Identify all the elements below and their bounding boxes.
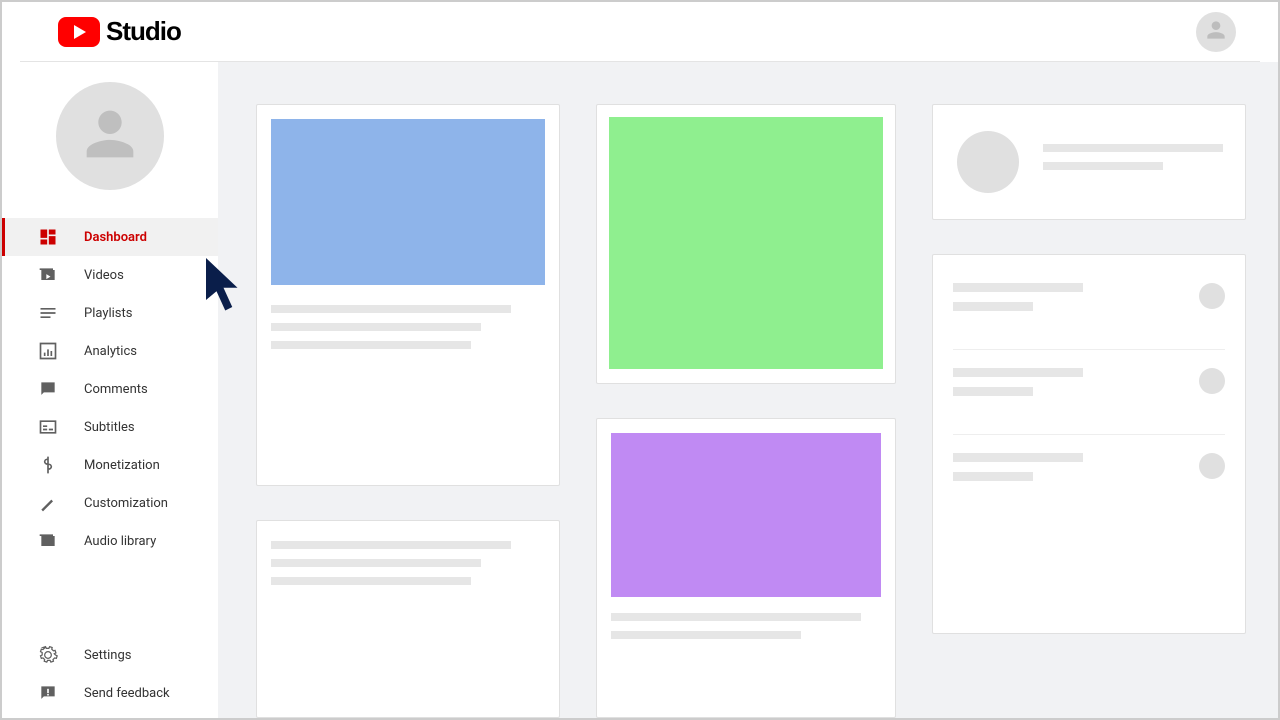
wand-icon bbox=[38, 493, 58, 513]
sidebar-item-label: Analytics bbox=[84, 344, 137, 359]
status-dot bbox=[1199, 453, 1225, 479]
list-item[interactable] bbox=[953, 350, 1225, 435]
sidebar-item-label: Dashboard bbox=[84, 230, 147, 245]
placeholder-text bbox=[953, 453, 1083, 491]
dashboard-card-analytics[interactable] bbox=[596, 104, 896, 384]
dashboard-card-list[interactable] bbox=[932, 254, 1246, 634]
analytics-icon bbox=[38, 341, 58, 361]
dashboard-card-news[interactable] bbox=[596, 418, 896, 718]
youtube-play-icon bbox=[58, 17, 100, 47]
sidebar-item-dashboard[interactable]: Dashboard bbox=[2, 218, 218, 256]
sidebar-item-monetization[interactable]: Monetization bbox=[2, 446, 218, 484]
sidebar-item-label: Audio library bbox=[84, 534, 156, 549]
dashboard-icon bbox=[38, 227, 58, 247]
playlists-icon bbox=[38, 303, 58, 323]
sidebar-item-label: Monetization bbox=[84, 458, 160, 473]
channel-avatar[interactable] bbox=[56, 82, 164, 190]
sidebar-item-videos[interactable]: Videos bbox=[2, 256, 218, 294]
sidebar-item-playlists[interactable]: Playlists bbox=[2, 294, 218, 332]
sidebar-item-label: Playlists bbox=[84, 306, 132, 321]
sidebar-item-label: Send feedback bbox=[84, 686, 170, 701]
placeholder-text bbox=[1043, 144, 1223, 180]
videos-icon bbox=[38, 265, 58, 285]
video-thumbnail-placeholder bbox=[271, 119, 545, 285]
person-icon bbox=[1203, 17, 1229, 47]
person-icon bbox=[75, 99, 145, 173]
dashboard-card-channel[interactable] bbox=[932, 104, 1246, 220]
sidebar-item-customization[interactable]: Customization bbox=[2, 484, 218, 522]
sidebar-item-label: Customization bbox=[84, 496, 168, 511]
sidebar-item-subtitles[interactable]: Subtitles bbox=[2, 408, 218, 446]
cursor-pointer-icon bbox=[206, 258, 248, 310]
status-dot bbox=[1199, 368, 1225, 394]
sidebar-nav: Dashboard Videos Playlists Analytics Com… bbox=[2, 218, 218, 636]
placeholder-text bbox=[271, 305, 545, 349]
dashboard-card-secondary[interactable] bbox=[256, 520, 560, 718]
dollar-icon bbox=[38, 455, 58, 475]
status-dot bbox=[1199, 283, 1225, 309]
channel-small-avatar bbox=[957, 131, 1019, 193]
card-image-placeholder bbox=[609, 117, 883, 369]
placeholder-text bbox=[271, 541, 545, 585]
sidebar-item-comments[interactable]: Comments bbox=[2, 370, 218, 408]
subtitles-icon bbox=[38, 417, 58, 437]
feedback-icon bbox=[38, 683, 58, 703]
sidebar-item-feedback[interactable]: Send feedback bbox=[2, 674, 218, 712]
sidebar-item-label: Videos bbox=[84, 268, 124, 283]
sidebar: Dashboard Videos Playlists Analytics Com… bbox=[2, 62, 218, 718]
sidebar-item-label: Settings bbox=[84, 648, 131, 663]
sidebar-item-audio-library[interactable]: Audio library bbox=[2, 522, 218, 560]
placeholder-text bbox=[597, 607, 895, 663]
sidebar-item-settings[interactable]: Settings bbox=[2, 636, 218, 674]
audio-icon bbox=[38, 531, 58, 551]
dashboard-card-video[interactable] bbox=[256, 104, 560, 486]
gear-icon bbox=[38, 645, 58, 665]
sidebar-item-label: Subtitles bbox=[84, 420, 135, 435]
dashboard-main bbox=[218, 62, 1278, 718]
placeholder-text bbox=[953, 283, 1083, 321]
sidebar-bottom: Settings Send feedback bbox=[2, 636, 218, 718]
list-item[interactable] bbox=[953, 283, 1225, 350]
app-header: Studio bbox=[20, 2, 1260, 62]
card-image-placeholder bbox=[611, 433, 881, 597]
account-avatar[interactable] bbox=[1196, 12, 1236, 52]
sidebar-item-analytics[interactable]: Analytics bbox=[2, 332, 218, 370]
sidebar-item-label: Comments bbox=[84, 382, 148, 397]
comments-icon bbox=[38, 379, 58, 399]
brand-text: Studio bbox=[106, 16, 181, 47]
list-item[interactable] bbox=[953, 435, 1225, 519]
placeholder-text bbox=[953, 368, 1083, 406]
studio-logo[interactable]: Studio bbox=[58, 16, 181, 47]
